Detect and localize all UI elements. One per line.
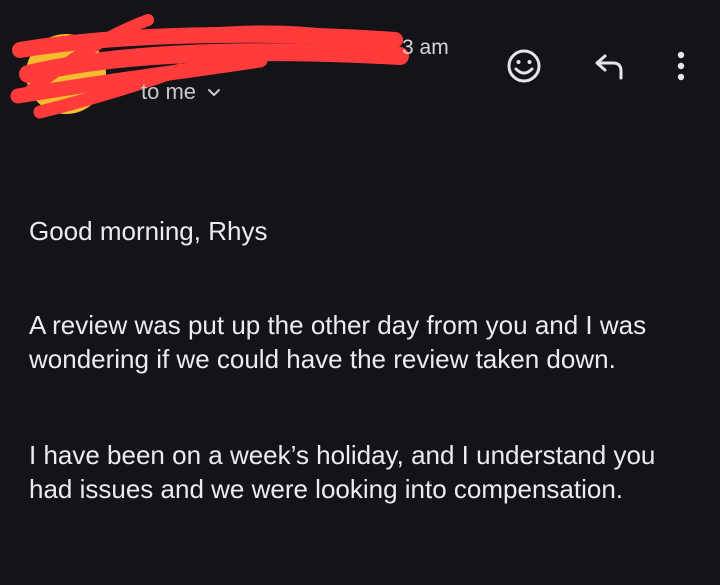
email-header: 3 am to me xyxy=(0,0,720,140)
more-vertical-icon xyxy=(677,51,685,81)
recipient-toggle[interactable]: to me xyxy=(141,79,222,105)
recipient-label: to me xyxy=(141,79,197,104)
more-options-button[interactable] xyxy=(659,44,703,88)
email-greeting: Good morning, Rhys xyxy=(29,216,268,246)
chevron-down-icon xyxy=(208,89,221,96)
received-time: 3 am xyxy=(402,36,449,59)
emoji-reaction-icon xyxy=(507,49,541,83)
email-paragraph: A review was put up the other day from y… xyxy=(29,310,647,374)
email-body: Good morning, Rhys A review was put up t… xyxy=(29,214,699,506)
emoji-reaction-button[interactable] xyxy=(502,44,546,88)
reply-button[interactable] xyxy=(587,44,631,88)
email-paragraph: I have been on a week’s holiday, and I u… xyxy=(29,440,656,504)
reply-icon xyxy=(595,54,623,80)
avatar[interactable] xyxy=(26,34,106,114)
